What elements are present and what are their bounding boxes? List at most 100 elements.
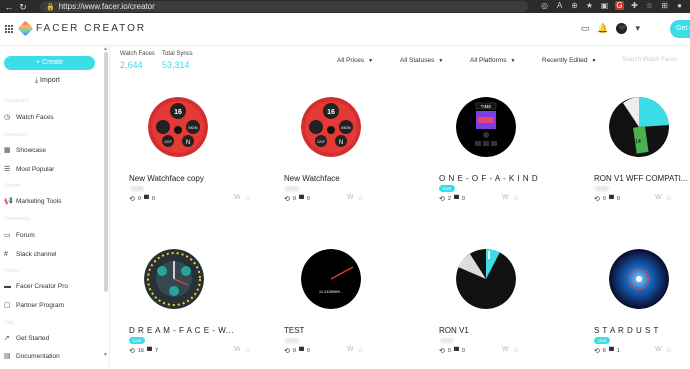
- chevron-down-icon[interactable]: ▾: [635, 23, 640, 34]
- collections-icon[interactable]: ⊞: [660, 1, 669, 10]
- watchface-thumbnail[interactable]: [144, 249, 204, 309]
- wear-os-icon[interactable]: W: [234, 194, 241, 202]
- search-input[interactable]: Search Watch Faces: [622, 57, 677, 63]
- bell-icon[interactable]: 🔔: [597, 23, 608, 34]
- comment-icon: ▀: [147, 347, 152, 355]
- watchface-card[interactable]: RON V1 Draft ⟲ 0 ▀ 0 W ☆: [438, 249, 588, 369]
- watch-icon: ◷: [4, 114, 11, 121]
- profile-icon[interactable]: ●: [675, 1, 684, 10]
- filter-sort[interactable]: Recently Edited ▼: [542, 57, 596, 64]
- sidebar-item-showcase[interactable]: ▦ Showcase: [4, 147, 46, 154]
- card-title[interactable]: D R E A M - F A C E - W...: [129, 326, 234, 335]
- chat-icon[interactable]: ▭: [581, 23, 590, 34]
- status-badge: Draft: [284, 185, 300, 192]
- sidebar-item-get-started[interactable]: ➚ Get Started: [4, 335, 49, 342]
- star-icon[interactable]: ★: [585, 1, 594, 10]
- card-actions: W ☆: [234, 346, 251, 354]
- watchface-card[interactable]: TIME O N E - O F - A - K I N D Live ⟲ 2 ▀ 0…: [438, 97, 588, 217]
- card-stats: ⟲ 0 ▀ 0: [594, 195, 620, 204]
- get-app-button[interactable]: Get the: [670, 20, 690, 38]
- watchface-card[interactable]: S T A R D U S T Live ⟲ 6 ▀ 1 W ☆: [593, 249, 690, 369]
- sidebar-scrollbar[interactable]: [104, 52, 108, 292]
- puzzle-icon[interactable]: ✚: [630, 1, 639, 10]
- sidebar-section-growth: Growth: [4, 183, 21, 189]
- card-title[interactable]: RON V1: [439, 326, 469, 335]
- watchface-thumbnail[interactable]: [456, 249, 516, 309]
- favorite-icon[interactable]: ☆: [666, 346, 672, 354]
- sidebar-section-community: Community: [4, 216, 30, 222]
- favorite-icon[interactable]: ☆: [513, 346, 519, 354]
- apps-grid-icon[interactable]: [5, 25, 13, 33]
- sidebar-item-most-popular[interactable]: ☰ Most Popular: [4, 166, 54, 173]
- svg-text:MON: MON: [188, 125, 197, 130]
- sidebar-item-partner-program[interactable]: ▢ Partner Program: [4, 302, 64, 309]
- favorite-icon[interactable]: ☆: [358, 194, 364, 202]
- card-actions: W ☆: [655, 194, 672, 202]
- create-button[interactable]: + Create: [4, 56, 95, 70]
- red-extension-icon[interactable]: G: [615, 1, 624, 10]
- megaphone-icon: 📢: [4, 198, 13, 205]
- showcase-icon: ▦: [4, 147, 11, 154]
- avatar[interactable]: ❤: [616, 23, 628, 34]
- total-syncs-count: 53,314: [162, 60, 190, 70]
- svg-text:121F: 121F: [317, 140, 325, 144]
- back-icon[interactable]: ←: [4, 2, 14, 12]
- card-title[interactable]: O N E - O F - A - K I N D: [439, 174, 538, 183]
- favorite-icon[interactable]: ☆: [666, 194, 672, 202]
- watchface-thumbnail[interactable]: 16 MON 121F N: [148, 97, 208, 157]
- import-button[interactable]: ⤓ Import: [35, 77, 60, 85]
- zoom-icon[interactable]: ⊕: [570, 1, 579, 10]
- watchface-thumbnail[interactable]: 14: [609, 97, 669, 157]
- favorites-icon[interactable]: ☆: [645, 1, 654, 10]
- read-aloud-icon[interactable]: A: [555, 1, 564, 10]
- sidebar-item-slack[interactable]: # Slack channel: [4, 251, 56, 258]
- watchface-thumbnail[interactable]: 11.2439999...: [301, 249, 361, 309]
- favorite-icon[interactable]: ☆: [245, 194, 251, 202]
- status-badge: Live: [129, 337, 145, 344]
- sidebar-item-forum[interactable]: ▭ Forum: [4, 232, 35, 239]
- url-text: https://www.facer.io/creator: [58, 2, 155, 11]
- browser-extensions: ◎ A ⊕ ★ ▣ G ✚ ☆ ⊞ ●: [540, 1, 684, 10]
- extension-icon[interactable]: ▣: [600, 1, 609, 10]
- sidebar-item-watch-faces[interactable]: ◷ Watch Faces: [4, 114, 54, 121]
- svg-text:11.2439999...: 11.2439999...: [319, 289, 343, 294]
- card-title[interactable]: New Watchface copy: [129, 174, 204, 183]
- watchface-card[interactable]: 14 RON V1 WFF COMPATI... Draft ⟲ 0 ▀ 0 W ☆: [593, 97, 690, 217]
- wear-os-icon[interactable]: W: [655, 346, 662, 354]
- facer-logo-icon: [17, 20, 34, 37]
- svg-text:TIME: TIME: [481, 104, 492, 109]
- card-title[interactable]: RON V1 WFF COMPATI...: [594, 174, 687, 183]
- sidebar-item-documentation[interactable]: ▤ Documentation: [4, 353, 60, 360]
- watchface-thumbnail[interactable]: TIME: [456, 97, 516, 157]
- filter-prices[interactable]: All Prices ▼: [337, 57, 373, 64]
- address-bar[interactable]: 🔒 https://www.facer.io/creator: [40, 1, 528, 12]
- wear-os-icon[interactable]: W: [234, 346, 241, 354]
- eye-slash-icon[interactable]: ◎: [540, 1, 549, 10]
- card-title[interactable]: TEST: [284, 326, 304, 335]
- watchface-thumbnail[interactable]: 16 MON 121F N: [301, 97, 361, 157]
- sidebar-section-pricing: Pricing: [4, 268, 20, 274]
- wear-os-icon[interactable]: W: [655, 194, 662, 202]
- favorite-icon[interactable]: ☆: [513, 194, 519, 202]
- sidebar-section-dashboard: Dashboard: [4, 98, 29, 104]
- sidebar-item-marketing-tools[interactable]: 📢 Marketing Tools: [4, 198, 61, 205]
- card-title[interactable]: S T A R D U S T: [594, 326, 659, 335]
- filter-statuses[interactable]: All Statuses ▼: [400, 57, 443, 64]
- watchface-card[interactable]: 16 MON 121F N New Watchface Draft ⟲ 0 ▀ 0 W…: [283, 97, 433, 217]
- wear-os-icon[interactable]: W: [502, 194, 509, 202]
- card-stats: ⟲ 6 ▀ 1: [594, 347, 620, 356]
- wear-os-icon[interactable]: W: [347, 346, 354, 354]
- card-title[interactable]: New Watchface: [284, 174, 340, 183]
- wear-os-icon[interactable]: W: [347, 194, 354, 202]
- sidebar-item-creator-pro[interactable]: ▬ Facer Creator Pro: [4, 283, 68, 290]
- wear-os-icon[interactable]: W: [502, 346, 509, 354]
- favorite-icon[interactable]: ☆: [358, 346, 364, 354]
- filter-platforms[interactable]: All Platforms ▼: [470, 57, 515, 64]
- watchface-card[interactable]: 11.2439999... TEST Draft ⟲ 0 ▀ 0 W ☆: [283, 249, 433, 369]
- watchface-card[interactable]: D R E A M - F A C E - W... Live ⟲ 16 ▀ 7 W ☆: [128, 249, 278, 369]
- refresh-icon[interactable]: ↻: [18, 2, 28, 12]
- watchface-card[interactable]: 16 MON 121F N New Watchface copy Draft ⟲…: [128, 97, 278, 217]
- scroll-down-arrow-icon[interactable]: ▼: [103, 352, 108, 358]
- favorite-icon[interactable]: ☆: [245, 346, 251, 354]
- watchface-thumbnail[interactable]: [609, 249, 669, 309]
